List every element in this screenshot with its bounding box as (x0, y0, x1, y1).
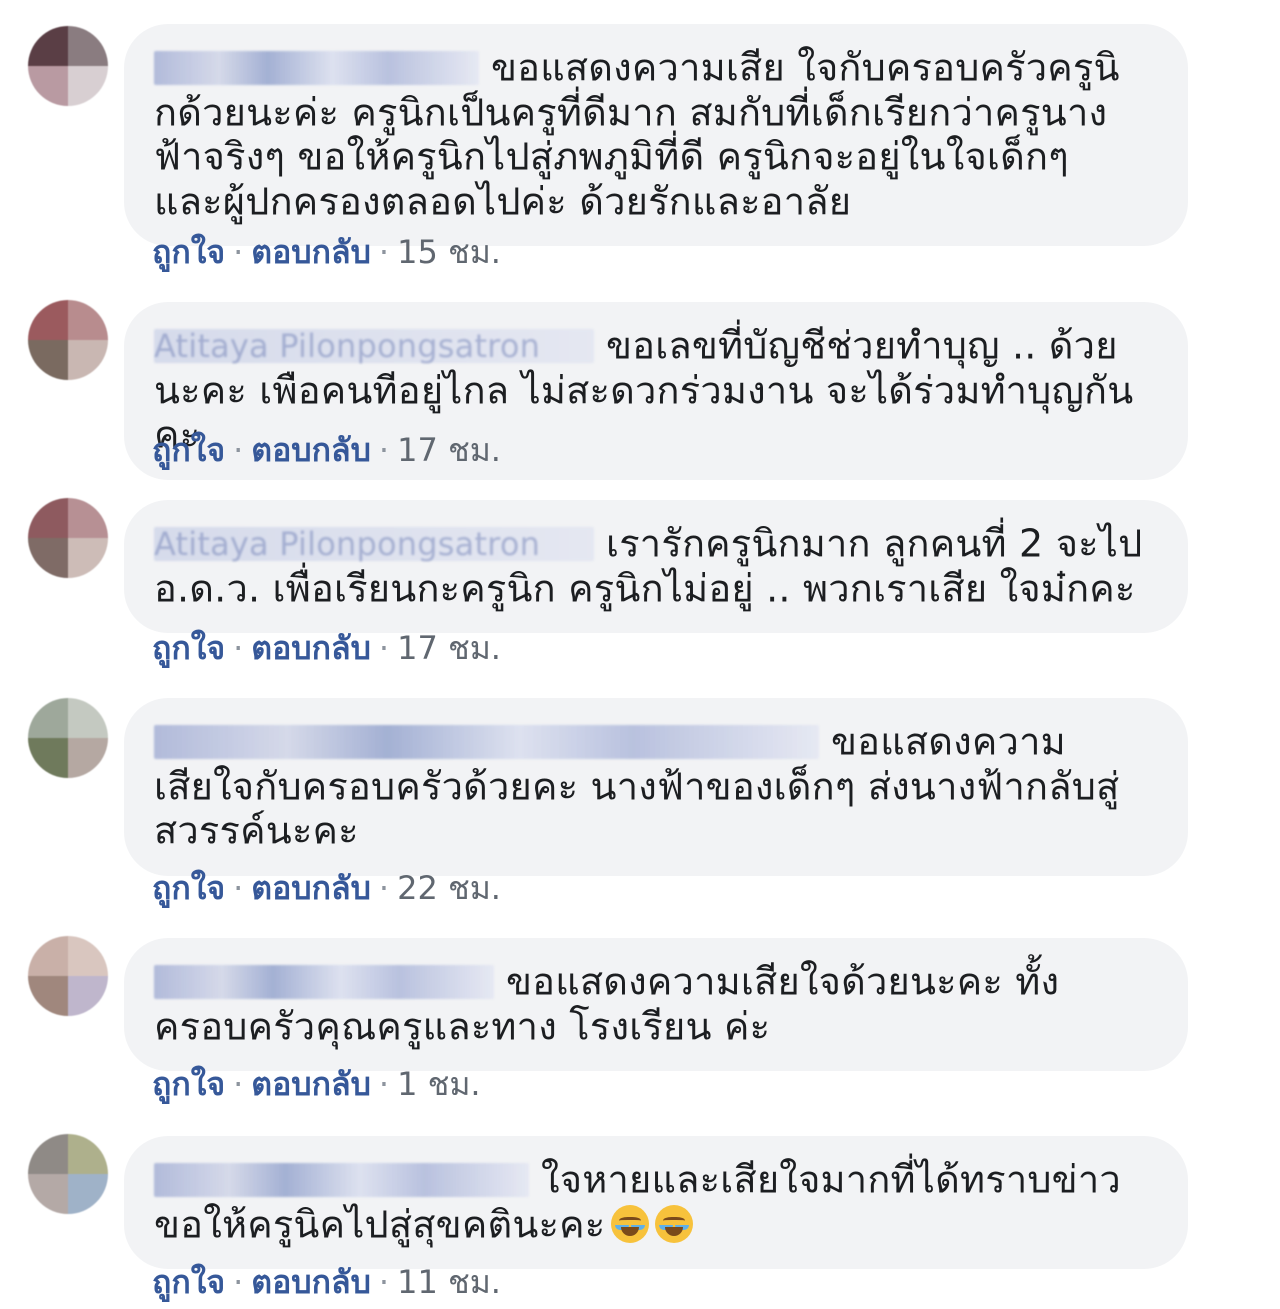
separator: · (378, 431, 390, 469)
separator: · (378, 1065, 390, 1103)
separator: · (378, 629, 390, 667)
timestamp[interactable]: 15 ชม. (397, 233, 501, 271)
separator: · (378, 869, 390, 907)
like-link[interactable]: ถูกใจ (152, 1065, 225, 1103)
comment-bubble: ขอแสดงความเสีย ใจกับครอบครัวครูนิกด้วยนะ… (124, 24, 1188, 246)
separator: · (233, 629, 244, 667)
separator: · (233, 431, 244, 469)
author-name[interactable] (154, 724, 819, 759)
avatar[interactable] (28, 936, 108, 1016)
avatar[interactable] (28, 26, 108, 106)
author-name[interactable] (154, 50, 479, 85)
comment-bubble: ใจหายและเสียใจมากที่ได้ทราบข่าว ขอให้ครู… (124, 1136, 1188, 1269)
author-name[interactable] (154, 964, 494, 999)
avatar[interactable] (28, 498, 108, 578)
separator: · (233, 233, 244, 271)
crying-face-icon (611, 1205, 650, 1243)
author-name[interactable]: Atitaya Pilonpongsatron (154, 328, 594, 363)
comment-bubble: Atitaya Pilonpongsatron เรารักครูนิกมาก ล… (124, 500, 1188, 633)
crying-face-icon (655, 1205, 694, 1243)
like-link[interactable]: ถูกใจ (152, 629, 225, 667)
comment-actions: ถูกใจ · ตอบกลับ · 15 ชม. (152, 234, 501, 270)
comment-actions: ถูกใจ · ตอบกลับ · 17 ชม. (152, 432, 501, 468)
like-link[interactable]: ถูกใจ (152, 1263, 225, 1301)
reply-link[interactable]: ตอบกลับ (251, 1065, 371, 1103)
timestamp[interactable]: 1 ชม. (397, 1065, 481, 1103)
timestamp[interactable]: 17 ชม. (397, 431, 501, 469)
avatar[interactable] (28, 698, 108, 778)
comment-bubble: ขอแสดงความเสียใจกับครอบครัวด้วยคะ นางฟ้า… (124, 698, 1188, 876)
like-link[interactable]: ถูกใจ (152, 431, 225, 469)
comment-actions: ถูกใจ · ตอบกลับ · 1 ชม. (152, 1066, 481, 1102)
timestamp[interactable]: 17 ชม. (397, 629, 501, 667)
comment-actions: ถูกใจ · ตอบกลับ · 22 ชม. (152, 870, 501, 906)
comment-actions: ถูกใจ · ตอบกลับ · 17 ชม. (152, 630, 501, 666)
separator: · (233, 1263, 244, 1301)
reply-link[interactable]: ตอบกลับ (251, 233, 371, 271)
timestamp[interactable]: 11 ชม. (397, 1263, 501, 1301)
reply-link[interactable]: ตอบกลับ (251, 431, 371, 469)
comment-thread: ขอแสดงความเสีย ใจกับครอบครัวครูนิกด้วยนะ… (0, 0, 1280, 1309)
avatar[interactable] (28, 300, 108, 380)
avatar[interactable] (28, 1134, 108, 1214)
like-link[interactable]: ถูกใจ (152, 233, 225, 271)
reply-link[interactable]: ตอบกลับ (251, 629, 371, 667)
separator: · (233, 869, 244, 907)
separator: · (378, 233, 390, 271)
comment-bubble: ขอแสดงความเสียใจด้วยนะคะ ทั้งครอบครัวคุณ… (124, 938, 1188, 1071)
separator: · (378, 1263, 390, 1301)
reply-link[interactable]: ตอบกลับ (251, 869, 371, 907)
like-link[interactable]: ถูกใจ (152, 869, 225, 907)
reply-link[interactable]: ตอบกลับ (251, 1263, 371, 1301)
timestamp[interactable]: 22 ชม. (397, 869, 501, 907)
comment-actions: ถูกใจ · ตอบกลับ · 11 ชม. (152, 1264, 501, 1300)
separator: · (233, 1065, 244, 1103)
author-name[interactable]: Atitaya Pilonpongsatron (154, 526, 594, 561)
author-name[interactable] (154, 1162, 529, 1197)
